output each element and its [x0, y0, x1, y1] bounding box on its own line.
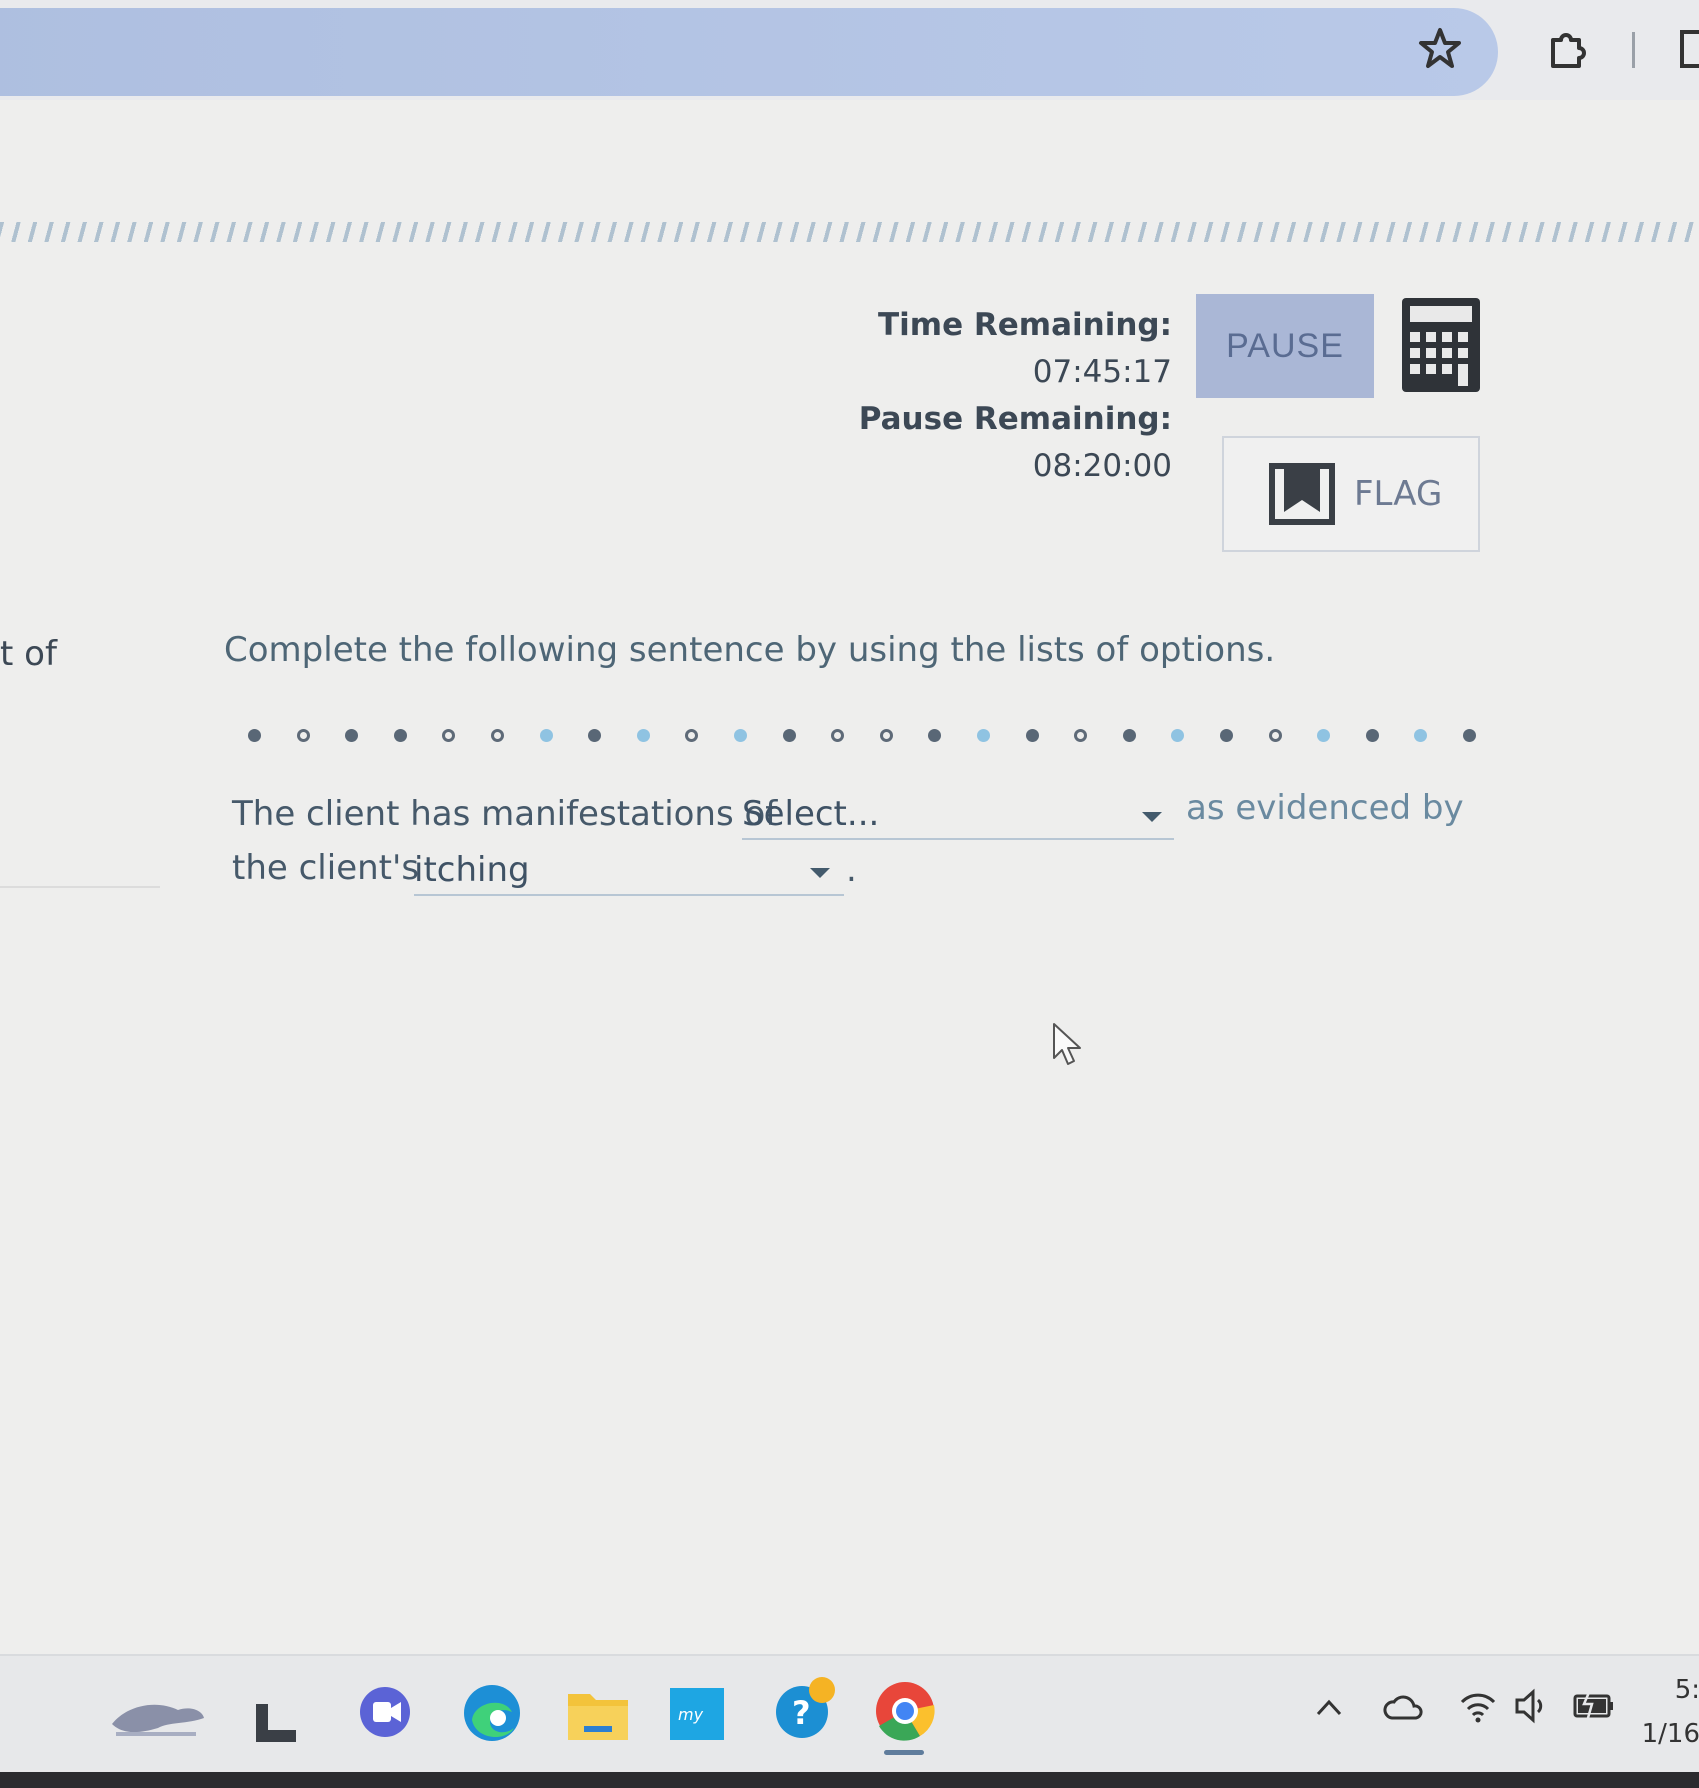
- divider-dot: [928, 729, 942, 742]
- divider-dot: [248, 729, 261, 742]
- sentence-part-3: the client's: [232, 848, 420, 888]
- calculator-icon[interactable]: [1400, 296, 1482, 394]
- divider-dot: [345, 729, 359, 742]
- flag-label: FLAG: [1354, 474, 1443, 514]
- divider-dot: [539, 729, 553, 742]
- divider-dot: [1171, 729, 1185, 742]
- bookmark-flag-icon: [1269, 463, 1335, 525]
- chevron-up-icon[interactable]: [1314, 1696, 1344, 1720]
- chrome-browser-icon[interactable]: [874, 1680, 936, 1742]
- onedrive-cloud-icon[interactable]: [1382, 1692, 1424, 1722]
- divider-dot: [1074, 729, 1088, 742]
- file-explorer-icon[interactable]: [566, 1686, 630, 1742]
- divider-dot: [685, 729, 699, 742]
- progress-stripe: [0, 222, 1699, 242]
- clock-time: 5:: [1674, 1675, 1699, 1705]
- sentence-part-1: The client has manifestations of: [232, 794, 778, 834]
- start-layout-icon[interactable]: [252, 1700, 300, 1744]
- volume-speaker-icon[interactable]: [1514, 1688, 1548, 1724]
- svg-text:my: my: [678, 1705, 704, 1724]
- divider-dot: [491, 729, 504, 742]
- left-panel-divider: [0, 886, 160, 888]
- edge-browser-icon[interactable]: [460, 1682, 524, 1744]
- divider-dot: [1463, 729, 1476, 742]
- chevron-down-icon: [1142, 812, 1162, 822]
- question-instruction: Complete the following sentence by using…: [224, 630, 1276, 670]
- svg-text:?: ?: [792, 1694, 811, 1732]
- pause-button[interactable]: PAUSE: [1196, 294, 1374, 398]
- help-app-icon[interactable]: ?: [772, 1674, 840, 1742]
- address-bar[interactable]: [0, 8, 1498, 96]
- battery-charging-icon[interactable]: [1572, 1688, 1616, 1722]
- bookmark-star-icon[interactable]: [1418, 26, 1462, 70]
- divider-dot: [296, 729, 310, 742]
- browser-toolbar: [0, 0, 1699, 100]
- pause-remaining-value: 08:20:00: [1032, 448, 1172, 484]
- time-remaining-value: 07:45:17: [1032, 354, 1172, 390]
- divider-dot: [1025, 729, 1039, 742]
- divider-dot: [977, 729, 990, 742]
- divider-dot: [1122, 729, 1136, 742]
- divider-dot: [1317, 729, 1331, 742]
- left-panel-fragment: t of: [0, 634, 57, 674]
- myapps-icon[interactable]: my: [668, 1686, 726, 1742]
- pause-remaining: Pause Remaining: 08:20:00: [858, 401, 1172, 484]
- divider-dot: [734, 729, 747, 742]
- sentence-end: .: [846, 850, 857, 890]
- divider-dot: [1414, 729, 1428, 742]
- time-remaining: Time Remaining: 07:45:17: [878, 307, 1172, 390]
- timers-panel: Time Remaining: 07:45:17 Pause Remaining…: [740, 302, 1172, 490]
- divider-dot: [1365, 729, 1379, 742]
- divider-dot: [782, 729, 796, 742]
- divider-dot: [636, 729, 650, 742]
- decorative-dot-divider: [248, 726, 1488, 746]
- clock-date: 1/16: [1641, 1719, 1699, 1749]
- divider-dot: [1268, 729, 1282, 742]
- mouse-cursor-icon: [1053, 1023, 1081, 1065]
- evidence-select-value: itching: [414, 850, 530, 890]
- divider-dot: [588, 729, 602, 742]
- meet-chat-icon[interactable]: [356, 1684, 414, 1742]
- wifi-icon[interactable]: [1458, 1688, 1498, 1724]
- divider-dot: [393, 729, 407, 742]
- toolbar-separator: [1632, 32, 1635, 68]
- taskbar: my ? 5: 1/16: [0, 1654, 1699, 1774]
- divider-dot: [879, 729, 893, 742]
- flag-button[interactable]: FLAG: [1222, 436, 1480, 552]
- sentence-part-2: as evidenced by: [1186, 788, 1464, 828]
- weather-widget-icon[interactable]: [108, 1694, 208, 1744]
- divider-dot: [442, 729, 456, 742]
- screen-bezel: [0, 1772, 1699, 1788]
- divider-dot: [831, 729, 845, 742]
- extensions-puzzle-icon[interactable]: [1545, 28, 1589, 72]
- side-panel-icon[interactable]: [1680, 30, 1699, 68]
- chevron-down-icon: [810, 868, 830, 878]
- condition-select[interactable]: Select...: [742, 794, 1174, 840]
- evidence-select[interactable]: itching: [414, 850, 844, 896]
- condition-select-value: Select...: [742, 794, 880, 834]
- divider-dot: [1220, 729, 1233, 742]
- active-app-indicator: [884, 1750, 924, 1755]
- system-clock[interactable]: 5: 1/16: [1640, 1668, 1699, 1756]
